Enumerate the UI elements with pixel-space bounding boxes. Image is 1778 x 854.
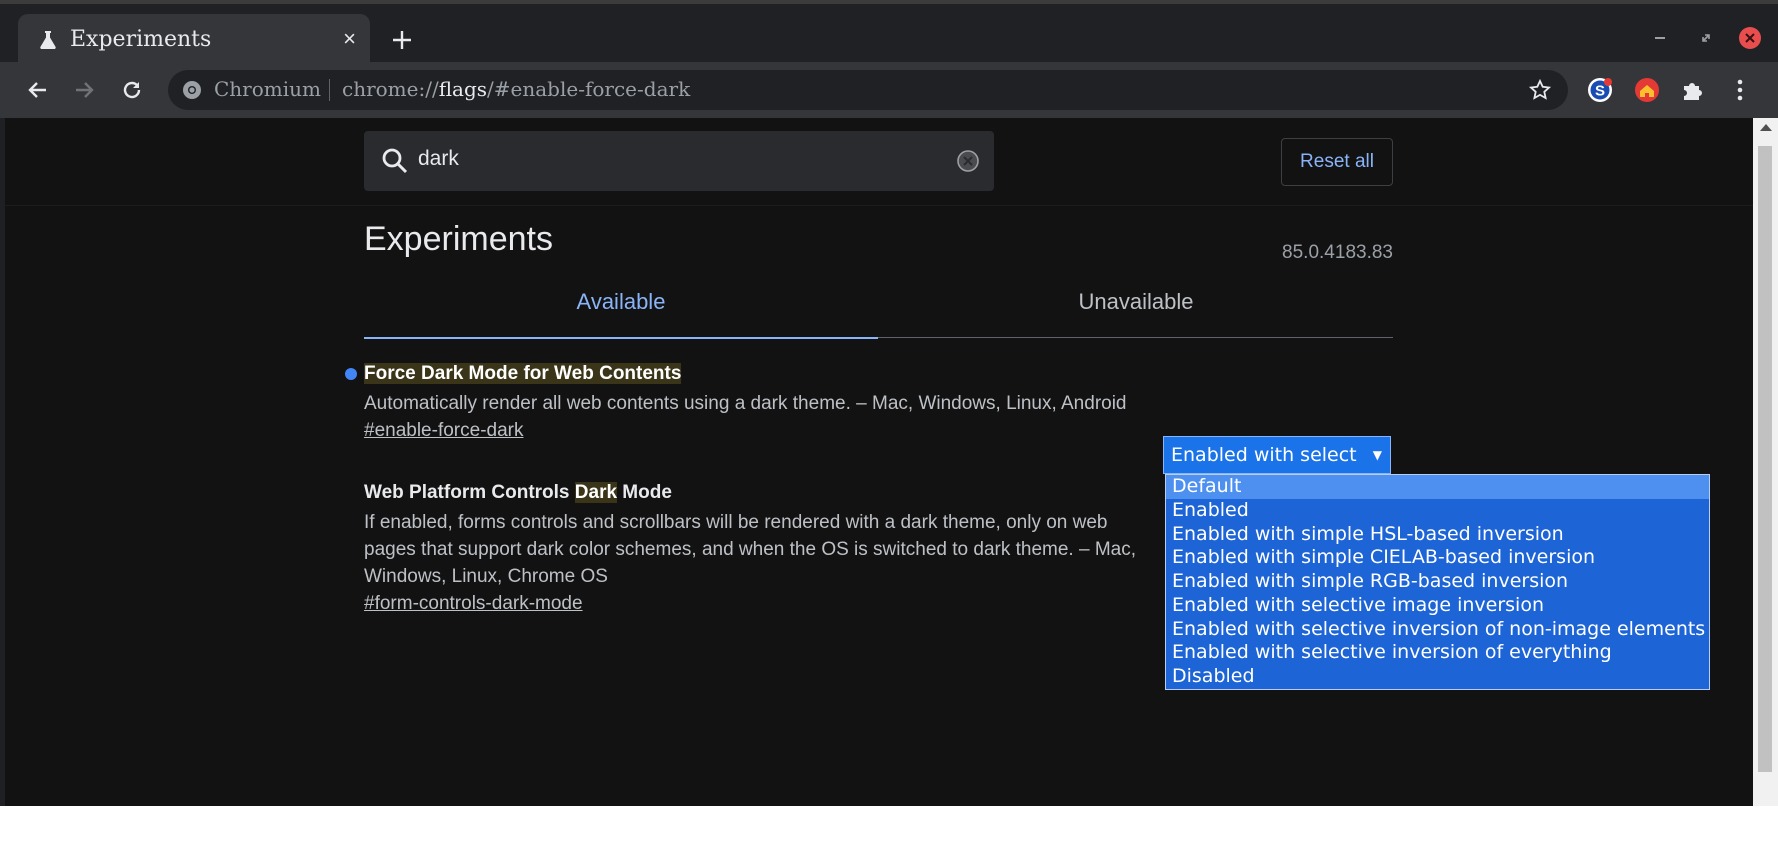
flags-page: dark Reset all Experiments 85.0.4183.83 …: [5, 118, 1753, 806]
bookmark-star-icon[interactable]: [1528, 78, 1552, 102]
option-item[interactable]: Enabled with selective inversion of non-…: [1166, 618, 1709, 642]
reload-icon[interactable]: [118, 76, 146, 104]
minimize-icon[interactable]: [1648, 26, 1672, 50]
url-host: flags: [438, 77, 488, 101]
extensions-puzzle-icon[interactable]: [1679, 76, 1707, 104]
modified-indicator: [345, 368, 357, 380]
extension-home-icon[interactable]: [1633, 76, 1661, 104]
search-input[interactable]: dark: [418, 147, 459, 171]
option-item[interactable]: Enabled with simple CIELAB-based inversi…: [1166, 546, 1709, 570]
flag-anchor-link[interactable]: #enable-force-dark: [364, 420, 523, 442]
option-item[interactable]: Disabled: [1166, 665, 1709, 689]
url-text[interactable]: chrome://flags/#enable-force-dark: [342, 77, 690, 101]
tab-experiments[interactable]: Experiments ×: [18, 14, 370, 67]
option-item[interactable]: Enabled with selective image inversion: [1166, 594, 1709, 618]
dropdown-arrow-icon: ▼: [1372, 448, 1382, 462]
flag-anchor-link[interactable]: #form-controls-dark-mode: [364, 593, 583, 615]
search-icon: [382, 148, 408, 174]
clear-search-icon[interactable]: [956, 149, 980, 173]
address-separator: [329, 79, 330, 101]
scroll-thumb[interactable]: [1758, 146, 1772, 772]
tab-unavailable[interactable]: Unavailable: [879, 258, 1393, 338]
page-title: Experiments: [364, 220, 553, 258]
option-item[interactable]: Enabled with simple RGB-based inversion: [1166, 570, 1709, 594]
tab-available[interactable]: Available: [364, 258, 878, 339]
flag-description: Automatically render all web contents us…: [364, 393, 1127, 414]
tab-title: Experiments: [70, 27, 212, 52]
url-scheme: chrome://: [342, 77, 439, 101]
flag-title: Web Platform Controls Dark Mode: [364, 482, 672, 503]
forward-icon[interactable]: [70, 76, 98, 104]
flag-entry-force-dark: Force Dark Mode for Web Contents Automat…: [345, 362, 1144, 442]
reset-all-button[interactable]: Reset all: [1281, 138, 1393, 186]
restore-icon[interactable]: [1694, 26, 1718, 50]
option-item[interactable]: Enabled with simple HSL-based inversion: [1166, 523, 1709, 547]
back-icon[interactable]: [24, 76, 52, 104]
select-value: Enabled with select: [1171, 444, 1357, 466]
address-bar[interactable]: Chromium chrome://flags/#enable-force-da…: [168, 70, 1568, 110]
flag-title: Force Dark Mode for Web Contents: [364, 362, 1144, 386]
flag-entry-form-controls-dark: Web Platform Controls Dark Mode If enabl…: [364, 481, 1154, 615]
option-item[interactable]: Enabled: [1166, 499, 1709, 523]
vertical-scrollbar[interactable]: [1753, 118, 1778, 806]
search-header: dark Reset all: [5, 118, 1753, 206]
flag-description: If enabled, forms controls and scrollbar…: [364, 512, 1137, 587]
close-window-icon[interactable]: [1738, 26, 1762, 50]
option-item[interactable]: Enabled with selective inversion of ever…: [1166, 641, 1709, 665]
url-path: /#enable-force-dark: [487, 77, 691, 101]
new-tab-icon[interactable]: [388, 26, 416, 54]
flag-state-select[interactable]: Enabled with select ▼: [1163, 436, 1391, 474]
option-item[interactable]: Default: [1166, 475, 1709, 499]
browser-toolbar: Chromium chrome://flags/#enable-force-da…: [0, 62, 1778, 118]
svg-text:S: S: [1595, 83, 1605, 100]
flag-title-highlight: Force Dark Mode for Web Contents: [364, 363, 682, 384]
menu-kebab-icon[interactable]: [1726, 76, 1754, 104]
availability-tabs: Available Unavailable: [364, 258, 1393, 339]
select-options-list[interactable]: Default Enabled Enabled with simple HSL-…: [1165, 474, 1710, 690]
scroll-up-arrow-icon[interactable]: [1760, 124, 1772, 131]
tab-close-icon[interactable]: ×: [343, 27, 356, 51]
search-match-highlight: Dark: [574, 482, 618, 503]
browser-window: Experiments × Chromium chrome://flags/#e…: [0, 0, 1778, 806]
search-box[interactable]: dark: [364, 131, 994, 191]
site-chip: Chromium: [214, 77, 321, 101]
flask-icon: [40, 31, 56, 49]
extension-s-icon[interactable]: S: [1586, 76, 1614, 104]
tab-strip: Experiments ×: [0, 0, 1778, 67]
chromium-icon: [183, 81, 201, 99]
